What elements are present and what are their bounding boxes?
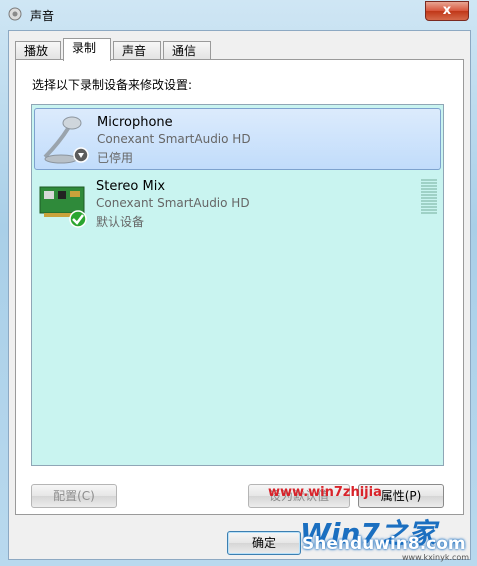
level-meter: [421, 179, 437, 217]
window-title: 声音: [30, 9, 55, 23]
dialog-body: 播放 录制 声音 通信 选择以下录制设备来修改设置: Microphone Co…: [8, 30, 471, 560]
properties-button[interactable]: 属性(P): [358, 484, 444, 508]
set-default-button[interactable]: 设为默认值: [248, 484, 350, 508]
device-list[interactable]: Microphone Conexant SmartAudio HD 已停用 St…: [31, 104, 444, 466]
green-check-badge: [69, 210, 87, 228]
sound-card-icon: [39, 186, 87, 228]
speaker-icon: [8, 7, 22, 21]
recording-panel: 选择以下录制设备来修改设置: Microphone Conexant Smart…: [15, 59, 464, 515]
title-bar: 声音 x: [0, 0, 477, 28]
close-button[interactable]: x: [425, 1, 469, 21]
device-status: 默认设备: [96, 215, 145, 229]
microphone-icon: [43, 116, 89, 164]
device-item-microphone[interactable]: Microphone Conexant SmartAudio HD 已停用: [34, 108, 441, 170]
tab-sounds[interactable]: 声音: [113, 41, 161, 60]
device-driver: Conexant SmartAudio HD: [96, 196, 250, 210]
device-driver: Conexant SmartAudio HD: [97, 132, 251, 146]
ok-button[interactable]: 确定: [227, 531, 301, 555]
device-name: Microphone: [97, 115, 173, 130]
configure-button[interactable]: 配置(C): [31, 484, 117, 508]
tab-recording[interactable]: 录制: [63, 38, 111, 61]
tab-communications[interactable]: 通信: [163, 41, 211, 60]
device-name: Stereo Mix: [96, 179, 166, 194]
device-item-stereo-mix[interactable]: Stereo Mix Conexant SmartAudio HD 默认设备: [34, 173, 441, 235]
instruction-text: 选择以下录制设备来修改设置:: [32, 78, 193, 92]
device-status: 已停用: [97, 151, 134, 165]
tab-playback[interactable]: 播放: [15, 41, 61, 60]
